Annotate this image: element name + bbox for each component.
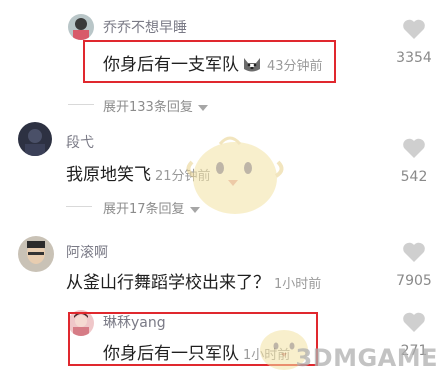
comment-body: 从釜山行舞蹈学校出来了？ [66,273,270,293]
like-button[interactable]: 7905 [394,242,434,289]
comment-body: 你身后有一支军队 [103,55,239,75]
heart-icon [403,242,425,262]
comment-username[interactable]: 段弋 [66,132,94,152]
like-button[interactable]: 542 [394,138,434,185]
watermark-prefix: 3D [295,344,334,372]
watermark-logo: 3DMGAME [295,344,438,372]
expand-replies-label: 展开17条回复 [103,202,185,217]
heart-icon [403,138,425,158]
comment-username[interactable]: 阿滚啊 [66,242,108,262]
comment-text[interactable]: 从釜山行舞蹈学校出来了？ 1小时前 [66,268,321,293]
comments-panel: 乔乔不想早睡 你身后有一支军队 43分钟前 展开133条回复 3354 段弋 我… [0,0,446,376]
heart-icon [403,19,425,39]
comment-item: 乔乔不想早睡 你身后有一支军队 43分钟前 展开133条回复 3354 [0,0,446,118]
comment-item: 阿滚啊 从釜山行舞蹈学校出来了？ 1小时前 7905 [0,230,446,302]
expand-replies-label: 展开133条回复 [103,100,193,115]
divider [68,104,94,105]
comment-username[interactable]: 乔乔不想早睡 [103,17,187,37]
expand-replies-button[interactable]: 展开133条回复 [103,96,208,115]
chick-watermark-icon [186,136,284,214]
watermark-main: MGAME [333,344,438,372]
comment-text[interactable]: 你身后有一支军队 43分钟前 [103,50,323,75]
like-count: 3354 [396,50,432,66]
heart-icon [403,312,425,332]
caret-down-icon [197,104,208,111]
like-count: 7905 [396,273,432,289]
comment-time: 1小时前 [274,277,322,292]
comment-body: 我原地笑飞 [66,165,151,185]
avatar[interactable] [18,122,52,156]
husky-dog-emoji-icon [241,55,263,73]
divider [66,206,92,207]
comment-body: 你身后有一只军队 [103,344,239,364]
comment-time: 43分钟前 [267,59,323,74]
like-count: 542 [400,169,428,185]
avatar[interactable] [18,236,54,272]
avatar[interactable] [68,14,94,40]
like-button[interactable]: 3354 [394,19,434,66]
